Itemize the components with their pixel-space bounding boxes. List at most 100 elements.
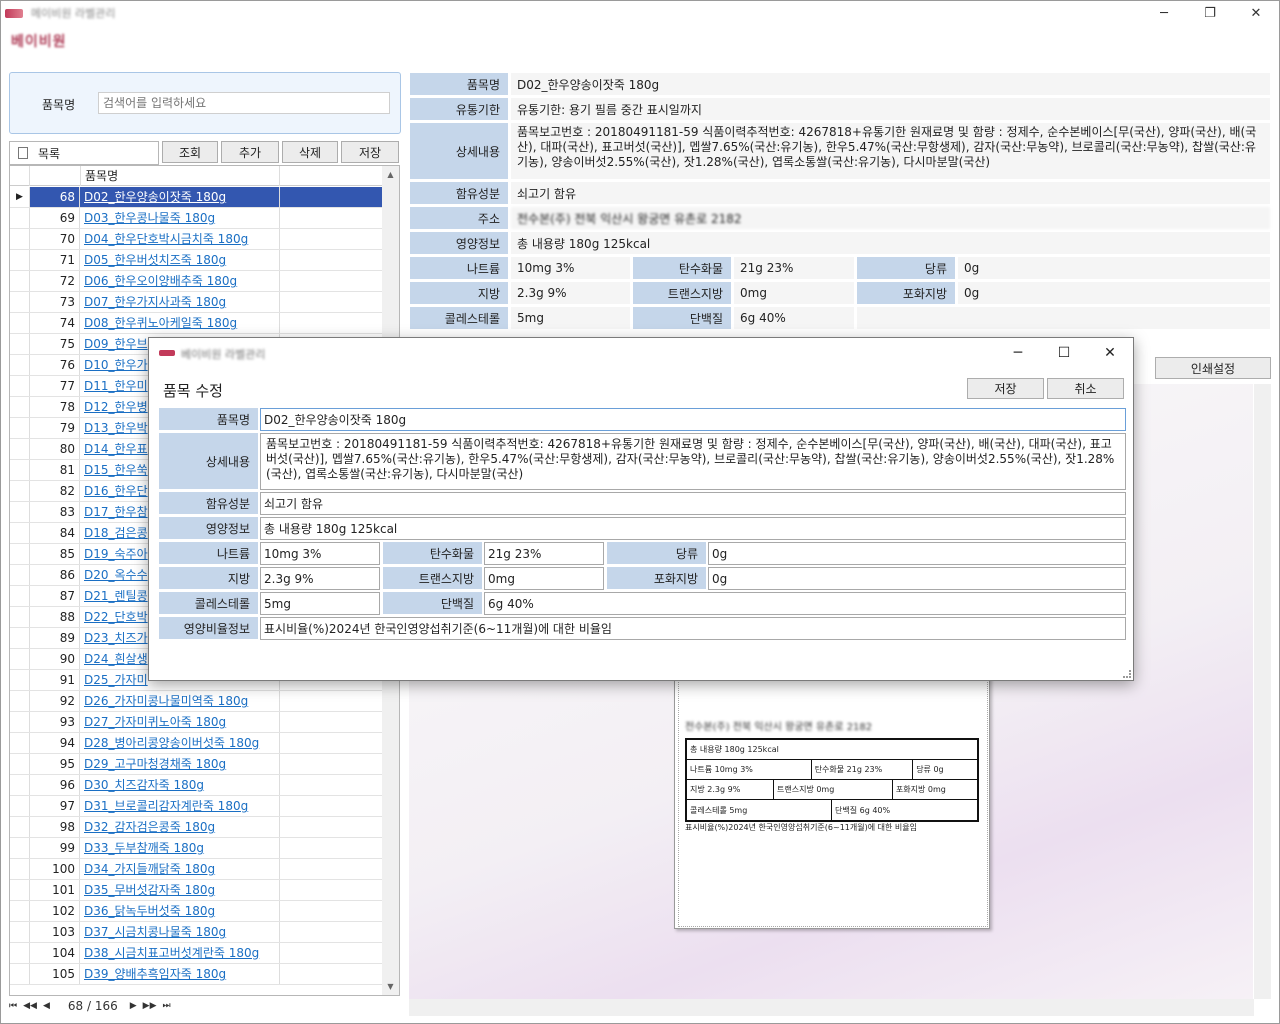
row-indicator[interactable] [10,439,30,459]
table-row[interactable]: 93 D27_가자미퀴노아죽 180g [10,712,383,733]
row-indicator[interactable] [10,418,30,438]
search-input[interactable] [98,92,390,114]
table-row[interactable]: 99 D33_두부참깨죽 180g [10,838,383,859]
dialog-ingredient-field[interactable]: 쇠고기 함유 [260,492,1126,515]
row-indicator[interactable] [10,901,30,921]
row-indicator[interactable] [10,628,30,648]
dialog-save-button[interactable]: 저장 [967,378,1044,399]
row-indicator[interactable] [10,544,30,564]
row-item-name[interactable]: D36_닭녹두버섯죽 180g [81,901,280,921]
row-indicator[interactable] [10,565,30,585]
query-button[interactable]: 조회 [162,141,218,163]
dialog-sugar-field[interactable]: 0g [708,542,1126,565]
row-indicator[interactable] [10,292,30,312]
row-item-name[interactable]: D39_양배추흑임자죽 180g [81,964,280,984]
scroll-down-icon[interactable]: ▼ [382,978,399,995]
row-indicator[interactable] [10,817,30,837]
row-item-name[interactable]: D08_한우퀴노아케일죽 180g [81,313,280,333]
row-indicator[interactable] [10,712,30,732]
row-indicator[interactable] [10,733,30,753]
preview-horizontal-scrollbar[interactable] [409,999,1254,1016]
row-indicator[interactable] [10,754,30,774]
row-indicator[interactable] [10,481,30,501]
table-row[interactable]: 100 D34_가지들깨닭죽 180g [10,859,383,880]
column-header-name[interactable]: 품목명 [81,166,280,186]
dialog-trans-field[interactable]: 0mg [484,567,604,590]
row-item-name[interactable]: D04_한우단호박시금치죽 180g [81,229,280,249]
row-indicator[interactable] [10,376,30,396]
save-button[interactable]: 저장 [341,141,399,163]
next-record-icon[interactable]: ▶ [130,1001,137,1011]
row-indicator[interactable] [10,859,30,879]
row-item-name[interactable]: D37_시금치콩나물죽 180g [81,922,280,942]
dialog-chol-field[interactable]: 5mg [260,592,380,615]
row-indicator[interactable] [10,502,30,522]
table-row[interactable]: 70 D04_한우단호박시금치죽 180g [10,229,383,250]
current-row-icon[interactable]: ▶ [10,187,30,207]
minimize-icon[interactable]: ─ [1141,1,1187,25]
row-item-name[interactable]: D34_가지들깨닭죽 180g [81,859,280,879]
table-row[interactable]: 72 D06_한우오이양배추죽 180g [10,271,383,292]
row-indicator[interactable] [10,922,30,942]
row-indicator[interactable] [10,943,30,963]
row-item-name[interactable]: D35_무버섯감자죽 180g [81,880,280,900]
first-page-icon[interactable]: ⏮ [9,1001,17,1011]
add-button[interactable]: 추가 [221,141,279,163]
dialog-name-field[interactable]: D02_한우양송이잣죽 180g [260,408,1126,431]
row-indicator[interactable] [10,775,30,795]
dialog-sat-field[interactable]: 0g [708,567,1126,590]
row-indicator[interactable] [10,964,30,984]
row-item-name[interactable]: D05_한우버섯치즈죽 180g [81,250,280,270]
row-item-name[interactable]: D33_두부참깨죽 180g [81,838,280,858]
table-row[interactable]: ▶ 68 D02_한우양송이잣죽 180g [10,187,383,208]
row-indicator[interactable] [10,208,30,228]
row-item-name[interactable]: D02_한우양송이잣죽 180g [81,187,280,207]
table-row[interactable]: 97 D31_브로콜리감자계란죽 180g [10,796,383,817]
row-indicator[interactable] [10,649,30,669]
dialog-close-icon[interactable]: ✕ [1087,338,1133,368]
row-item-name[interactable]: D07_한우가지사과죽 180g [81,292,280,312]
table-row[interactable]: 92 D26_가자미콩나물미역죽 180g [10,691,383,712]
table-row[interactable]: 101 D35_무버섯감자죽 180g [10,880,383,901]
dialog-protein-field[interactable]: 6g 40% [484,592,1126,615]
preview-vertical-scrollbar[interactable] [1254,384,1271,999]
table-row[interactable]: 98 D32_감자검은콩죽 180g [10,817,383,838]
print-settings-button[interactable]: 인쇄설정 [1155,357,1271,379]
table-row[interactable]: 96 D30_치즈감자죽 180g [10,775,383,796]
table-row[interactable]: 95 D29_고구마청경채죽 180g [10,754,383,775]
row-item-name[interactable]: D27_가자미퀴노아죽 180g [81,712,280,732]
close-icon[interactable]: ✕ [1233,1,1279,25]
dialog-nutrition-field[interactable]: 총 내용량 180g 125kcal [260,517,1126,540]
table-row[interactable]: 73 D07_한우가지사과죽 180g [10,292,383,313]
dialog-content-field[interactable]: 품목보고번호 : 20180491181-59 식품이력추적번호: 426781… [260,433,1126,490]
dialog-sodium-field[interactable]: 10mg 3% [260,542,380,565]
row-item-name[interactable]: D03_한우콩나물죽 180g [81,208,280,228]
row-indicator[interactable] [10,355,30,375]
row-item-name[interactable]: D28_병아리콩양송이버섯죽 180g [81,733,280,753]
table-row[interactable]: 102 D36_닭녹두버섯죽 180g [10,901,383,922]
row-item-name[interactable]: D26_가자미콩나물미역죽 180g [81,691,280,711]
dialog-minimize-icon[interactable]: ─ [995,338,1041,368]
row-item-name[interactable]: D31_브로콜리감자계란죽 180g [81,796,280,816]
resize-grip-icon[interactable] [1123,670,1131,678]
row-indicator[interactable] [10,523,30,543]
row-indicator[interactable] [10,271,30,291]
table-row[interactable]: 74 D08_한우퀴노아케일죽 180g [10,313,383,334]
row-item-name[interactable]: D38_시금치표고버섯계란죽 180g [81,943,280,963]
delete-button[interactable]: 삭제 [282,141,338,163]
row-indicator[interactable] [10,691,30,711]
table-row[interactable]: 94 D28_병아리콩양송이버섯죽 180g [10,733,383,754]
row-indicator[interactable] [10,229,30,249]
dialog-maximize-icon[interactable]: ☐ [1041,338,1087,368]
dialog-ratio-field[interactable]: 표시비율(%)2024년 한국인영양섭취기준(6~11개월)에 대한 비율임 [260,617,1126,640]
dialog-carb-field[interactable]: 21g 23% [484,542,604,565]
row-item-name[interactable]: D06_한우오이양배추죽 180g [81,271,280,291]
row-indicator[interactable] [10,313,30,333]
row-indicator[interactable] [10,607,30,627]
row-indicator[interactable] [10,838,30,858]
table-row[interactable]: 69 D03_한우콩나물죽 180g [10,208,383,229]
prev-page-icon[interactable]: ◀◀ [23,1001,37,1011]
scroll-up-icon[interactable]: ▲ [382,166,399,183]
row-indicator[interactable] [10,460,30,480]
row-indicator[interactable] [10,670,30,690]
